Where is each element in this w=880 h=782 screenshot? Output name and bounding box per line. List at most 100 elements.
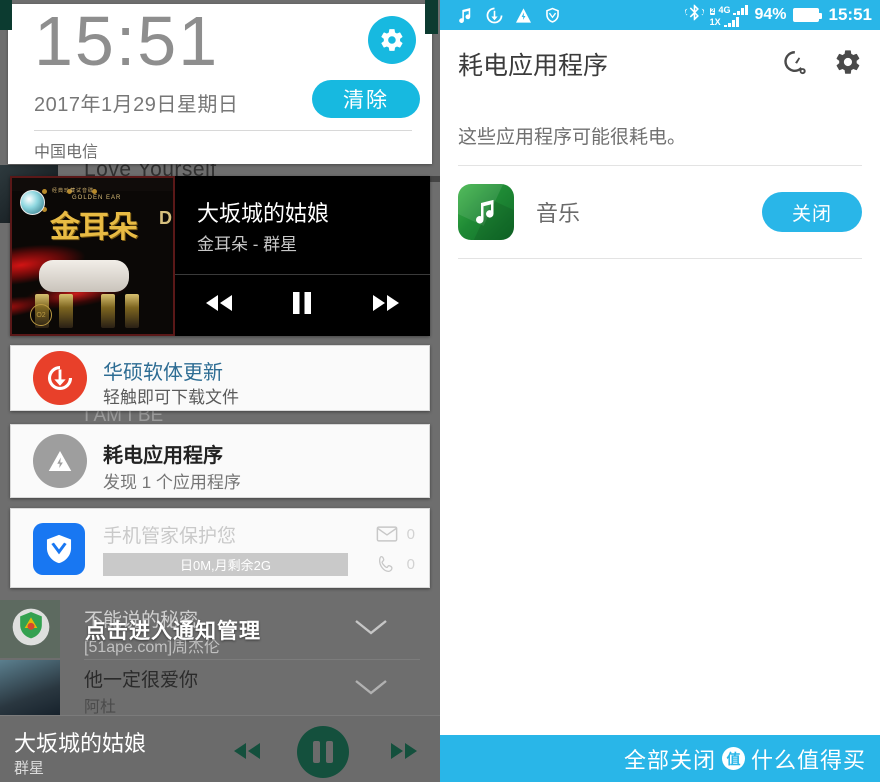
signal-bars-secondary <box>723 17 739 27</box>
album-art-badge <box>20 190 45 215</box>
page-header: 耗电应用程序 <box>440 30 880 98</box>
power-bolt-icon <box>33 434 87 488</box>
app-name: 音乐 <box>536 201 581 226</box>
gear-icon <box>381 29 403 51</box>
pause-icon <box>293 292 312 314</box>
notification-power-hungry-apps[interactable]: 耗电应用程序 发现 1 个应用程序 <box>10 424 430 498</box>
album-art-edge-letter: D <box>159 208 172 228</box>
app-close-button[interactable]: 关闭 <box>762 192 862 232</box>
background-song-thumb <box>0 600 60 658</box>
album-art-subtitle: GOLDEN EAR <box>72 195 122 201</box>
clock-time: 15:51 <box>34 2 220 80</box>
background-song-title: 他一定很爱你 <box>84 670 199 691</box>
status-bar-notification-icons <box>456 6 562 25</box>
album-art: 经典珍藏试音碟 GOLDEN EAR 金耳朵 O2 D <box>10 176 175 336</box>
qq-shield-icon <box>33 523 85 575</box>
music-controls <box>175 275 430 336</box>
boost-button[interactable] <box>782 48 810 81</box>
chevron-down-icon <box>355 680 387 695</box>
bottom-action-bar: 全部关闭 值 什么值得买 <box>440 735 880 782</box>
screenshot-root: Love Yourself I AM I BE 15:51 2017年1月29日… <box>0 0 880 782</box>
clock-divider <box>34 130 412 131</box>
clock-notification-header: 15:51 2017年1月29日星期日 中国电信 清除 <box>8 4 432 164</box>
music-note-icon <box>476 199 494 224</box>
settings-button[interactable] <box>368 16 416 64</box>
download-circle-icon <box>33 351 87 405</box>
expand-chevron-1[interactable] <box>354 618 388 641</box>
album-art-top-text: 经典珍藏试音碟 <box>52 188 95 194</box>
bluetooth-indicator <box>684 3 704 27</box>
close-all-button[interactable]: 全部关闭 <box>624 743 716 775</box>
expand-chevron-2[interactable] <box>354 678 388 701</box>
watermark-badge-icon: 值 <box>721 747 745 770</box>
music-title: 大坂城的姑娘 <box>197 201 330 226</box>
mini-player-pause-button[interactable] <box>297 726 349 778</box>
music-note-icon <box>459 7 471 23</box>
power-bolt-icon <box>515 7 532 23</box>
clear-all-button[interactable]: 清除 <box>312 80 420 118</box>
battery-icon <box>792 8 822 22</box>
mini-player-bar: 大坂城的姑娘 群星 <box>0 715 440 782</box>
phone-icon <box>378 555 393 573</box>
pause-icon <box>313 741 320 763</box>
pause-icon <box>326 741 333 763</box>
speedometer-wrench-icon <box>784 50 806 74</box>
qq-call-count: 0 <box>406 555 415 573</box>
notification-title: 华硕软体更新 <box>103 362 223 384</box>
notification-subtitle: 发现 1 个应用程序 <box>103 473 241 492</box>
clock-date: 2017年1月29日星期日 <box>34 94 239 116</box>
music-info: 大坂城的姑娘 金耳朵 - 群星 <box>175 176 430 336</box>
gear-icon <box>836 49 860 74</box>
previous-button[interactable] <box>203 292 235 319</box>
network-type-primary: 4G <box>718 5 731 15</box>
settings-button[interactable] <box>834 48 862 81</box>
notification-subtitle: 轻触即可下载文件 <box>103 388 239 407</box>
signal-primary: 2 4G <box>709 3 749 15</box>
background-song-subtitle: 阿杜 <box>84 699 117 716</box>
music-player-notification[interactable]: 经典珍藏试音碟 GOLDEN EAR 金耳朵 O2 D 大坂城的姑娘 金耳朵 -… <box>10 176 430 336</box>
mini-player-next-button[interactable] <box>387 740 421 767</box>
carrier-label: 中国电信 <box>34 144 99 161</box>
pause-button[interactable] <box>290 290 314 321</box>
screen-edge-right <box>425 0 438 34</box>
mini-player-previous-button[interactable] <box>230 740 264 767</box>
watermark-text: 什么值得买 <box>750 747 866 773</box>
background-song-thumb <box>0 660 60 718</box>
rewind-icon <box>234 743 260 759</box>
shield-icon <box>12 608 50 646</box>
music-artist: 金耳朵 - 群星 <box>197 235 298 254</box>
status-bar-system-icons: 2 4G 1X 94% 15:51 <box>684 3 872 27</box>
divider-bottom <box>458 258 862 259</box>
app-list-item[interactable]: 音乐 关闭 <box>440 166 880 258</box>
chevron-down-icon <box>355 620 387 635</box>
envelope-icon <box>376 526 398 542</box>
album-art-seal: O2 <box>30 304 52 326</box>
notification-qq-manager[interactable]: 手机管家保护您 日0M,月剩余2G 0 0 <box>10 508 430 588</box>
status-bar-clock: 15:51 <box>828 5 872 24</box>
qq-call-stat: 0 <box>376 555 415 573</box>
signal-secondary: 1X <box>710 15 749 27</box>
qq-card-title: 手机管家保护您 <box>103 526 237 547</box>
header-actions <box>782 48 862 81</box>
album-art-title: 金耳朵 <box>50 211 138 244</box>
background-song-row-2[interactable]: 他一定很爱你 阿杜 <box>0 660 440 718</box>
right-phone-panel: 2 4G 1X 94% 15:51 耗电应用程序 这些应用程序可能很耗电。 音乐… <box>440 0 880 782</box>
qq-mail-stat: 0 <box>376 525 415 543</box>
network-type-secondary: 1X <box>709 17 721 27</box>
page-title: 耗电应用程序 <box>458 52 609 80</box>
status-bar: 2 4G 1X 94% 15:51 <box>440 0 880 30</box>
page-description: 这些应用程序可能很耗电。 <box>458 127 687 148</box>
notification-asus-update[interactable]: 华硕软体更新 轻触即可下载文件 <box>10 345 430 411</box>
notification-title: 耗电应用程序 <box>103 445 223 467</box>
signal-indicators: 2 4G 1X <box>709 3 749 27</box>
next-button[interactable] <box>370 292 402 319</box>
notification-manager-hint[interactable]: 点击进入通知管理 <box>85 615 261 645</box>
app-icon <box>458 184 514 240</box>
data-usage-chip: 日0M,月剩余2G <box>103 553 348 576</box>
screen-edge-left <box>0 0 12 30</box>
fast-forward-icon <box>373 295 400 311</box>
left-phone-panel: Love Yourself I AM I BE 15:51 2017年1月29日… <box>0 0 440 782</box>
download-circle-icon <box>486 7 503 23</box>
qq-mail-count: 0 <box>406 525 415 543</box>
fast-forward-icon <box>391 743 417 759</box>
